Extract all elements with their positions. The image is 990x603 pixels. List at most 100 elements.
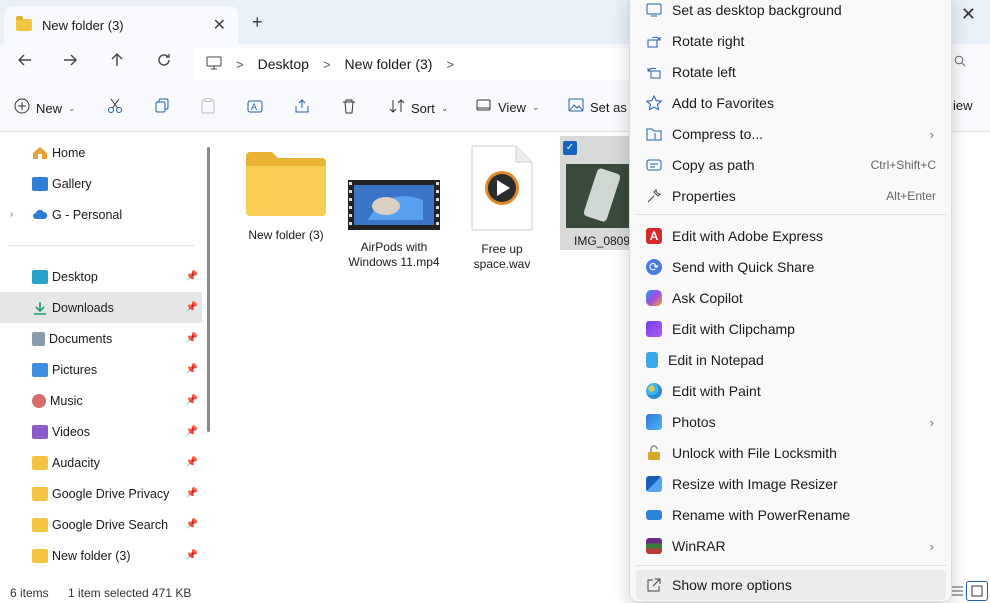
- pin-icon[interactable]: 📌: [186, 395, 198, 406]
- share-icon[interactable]: [294, 98, 310, 114]
- pin-icon[interactable]: 📌: [186, 364, 198, 375]
- gallery-icon: [32, 176, 48, 191]
- sidebar-item-videos[interactable]: Videos 📌: [0, 416, 202, 447]
- breadcrumb-new-folder-3[interactable]: New folder (3): [345, 56, 433, 72]
- sidebar-item-label: Home: [52, 145, 86, 160]
- menu-item-edit-in-notepad[interactable]: Edit in Notepad: [636, 345, 946, 375]
- chevron-right-icon[interactable]: ›: [10, 209, 13, 220]
- desktop-background-icon: [646, 2, 662, 18]
- pin-icon[interactable]: 📌: [186, 519, 198, 530]
- menu-item-compress-to[interactable]: Compress to... ›: [636, 119, 946, 149]
- pin-icon[interactable]: 📌: [186, 550, 198, 561]
- sidebar-item-g-personal[interactable]: › G - Personal: [0, 199, 202, 230]
- pin-icon[interactable]: 📌: [186, 457, 198, 468]
- pin-icon[interactable]: 📌: [186, 271, 198, 282]
- menu-item-rotate-right[interactable]: Rotate right: [636, 26, 946, 56]
- tab-title: New folder (3): [42, 17, 124, 33]
- menu-item-photos[interactable]: Photos ›: [636, 407, 946, 437]
- rename-icon[interactable]: A: [247, 98, 263, 114]
- new-tab-button[interactable]: +: [252, 12, 263, 33]
- menu-item-resize-with-image-resizer[interactable]: Resize with Image Resizer: [636, 469, 946, 499]
- sidebar-item-documents[interactable]: Documents 📌: [0, 323, 202, 354]
- menu-item-unlock-with-file-locksmith[interactable]: Unlock with File Locksmith: [636, 438, 946, 468]
- sidebar-scrollbar[interactable]: [207, 147, 210, 432]
- pin-icon[interactable]: 📌: [186, 426, 198, 437]
- window-close-button[interactable]: ✕: [961, 4, 976, 25]
- menu-item-ask-copilot[interactable]: Ask Copilot: [636, 283, 946, 313]
- image-thumbnail: [566, 164, 630, 228]
- chevron-right-icon: ›: [929, 126, 934, 142]
- sidebar-item-google-drive-privacy[interactable]: Google Drive Privacy 📌: [0, 478, 202, 509]
- menu-item-show-more-options[interactable]: Show more options: [636, 570, 946, 600]
- menu-item-label: Photos: [672, 414, 716, 430]
- folder-icon: [236, 148, 336, 222]
- new-button[interactable]: New ⌄: [14, 98, 76, 118]
- selection-size: 471 KB: [152, 586, 192, 600]
- menu-item-properties[interactable]: Properties Alt+Enter: [636, 181, 946, 211]
- copy-icon[interactable]: [154, 98, 170, 114]
- view-button[interactable]: View ⌄: [476, 98, 540, 116]
- menu-item-send-with-quick-share[interactable]: ⟳ Send with Quick Share: [636, 252, 946, 282]
- file-item-audio[interactable]: Free up space.wav: [452, 144, 552, 272]
- new-label: New: [36, 100, 63, 116]
- sidebar-item-desktop[interactable]: Desktop 📌: [0, 261, 202, 292]
- sidebar-item-downloads[interactable]: Downloads 📌: [0, 292, 202, 323]
- sidebar-item-label: Desktop: [52, 269, 98, 284]
- chevron-right-icon: ›: [929, 414, 934, 430]
- set-as-background-button[interactable]: Set as b: [568, 98, 638, 116]
- folder-icon: [32, 455, 48, 470]
- address-bar[interactable]: > Desktop > New folder (3) >: [194, 48, 634, 80]
- menu-item-rename-with-powerrename[interactable]: Rename with PowerRename: [636, 500, 946, 530]
- sidebar-item-new-folder-3[interactable]: New folder (3) 📌: [0, 540, 202, 571]
- menu-item-edit-with-paint[interactable]: Edit with Paint: [636, 376, 946, 406]
- details-view-icon[interactable]: [950, 584, 964, 601]
- copy-path-icon: [646, 157, 662, 173]
- menu-item-edit-with-adobe-express[interactable]: A Edit with Adobe Express: [636, 221, 946, 251]
- file-name: IMG_0809_: [574, 234, 637, 248]
- file-item-folder[interactable]: New folder (3): [236, 148, 336, 243]
- sidebar-item-pictures[interactable]: Pictures 📌: [0, 354, 202, 385]
- forward-arrow-icon[interactable]: [62, 52, 78, 73]
- delete-icon[interactable]: [341, 98, 357, 114]
- breadcrumb-separator[interactable]: >: [446, 57, 454, 72]
- sidebar-item-label: Videos: [52, 424, 90, 439]
- menu-item-add-to-favorites[interactable]: Add to Favorites: [636, 88, 946, 118]
- desktop-icon: [32, 269, 48, 284]
- selection-checkbox[interactable]: ✓: [563, 141, 577, 155]
- star-icon: [646, 95, 662, 111]
- refresh-icon[interactable]: [156, 52, 172, 73]
- pin-icon[interactable]: 📌: [186, 488, 198, 499]
- cut-icon[interactable]: [107, 98, 123, 114]
- tab-new-folder-3[interactable]: New folder (3) ✕: [4, 6, 238, 44]
- menu-item-winrar[interactable]: WinRAR ›: [636, 531, 946, 561]
- menu-item-copy-as-path[interactable]: Copy as path Ctrl+Shift+C: [636, 150, 946, 180]
- sidebar-item-google-drive-search[interactable]: Google Drive Search 📌: [0, 509, 202, 540]
- notepad-icon: [646, 352, 658, 368]
- sidebar-item-audacity[interactable]: Audacity 📌: [0, 447, 202, 478]
- menu-item-set-as-desktop-background[interactable]: Set as desktop background: [636, 0, 946, 25]
- file-item-video[interactable]: AirPods with Windows 11.mp4: [344, 148, 444, 270]
- file-item-image-selected[interactable]: ✓ IMG_0809_: [560, 136, 637, 250]
- back-arrow-icon[interactable]: [17, 52, 33, 73]
- sort-button[interactable]: Sort ⌄: [389, 98, 448, 118]
- sidebar-item-gallery[interactable]: Gallery: [0, 168, 202, 199]
- up-arrow-icon[interactable]: [109, 52, 125, 73]
- sidebar-item-home[interactable]: Home: [0, 137, 202, 168]
- breadcrumb-separator: >: [322, 56, 331, 72]
- sidebar-item-music[interactable]: Music 📌: [0, 385, 202, 416]
- tab-close-icon[interactable]: ✕: [213, 15, 226, 35]
- pin-icon[interactable]: 📌: [186, 302, 198, 313]
- pin-icon[interactable]: 📌: [186, 333, 198, 344]
- menu-item-edit-with-clipchamp[interactable]: Edit with Clipchamp: [636, 314, 946, 344]
- search-icon[interactable]: [954, 55, 966, 70]
- paste-icon[interactable]: [200, 98, 216, 114]
- menu-item-label: Copy as path: [672, 157, 755, 173]
- menu-item-rotate-left[interactable]: Rotate left: [636, 57, 946, 87]
- copilot-icon: [646, 290, 662, 306]
- tiles-view-icon[interactable]: [966, 581, 988, 601]
- folder-icon: [32, 548, 48, 563]
- preview-label[interactable]: iew: [953, 98, 973, 113]
- breadcrumb-separator: >: [236, 56, 244, 72]
- file-name: New folder (3): [248, 228, 324, 242]
- breadcrumb-desktop[interactable]: Desktop: [258, 56, 309, 72]
